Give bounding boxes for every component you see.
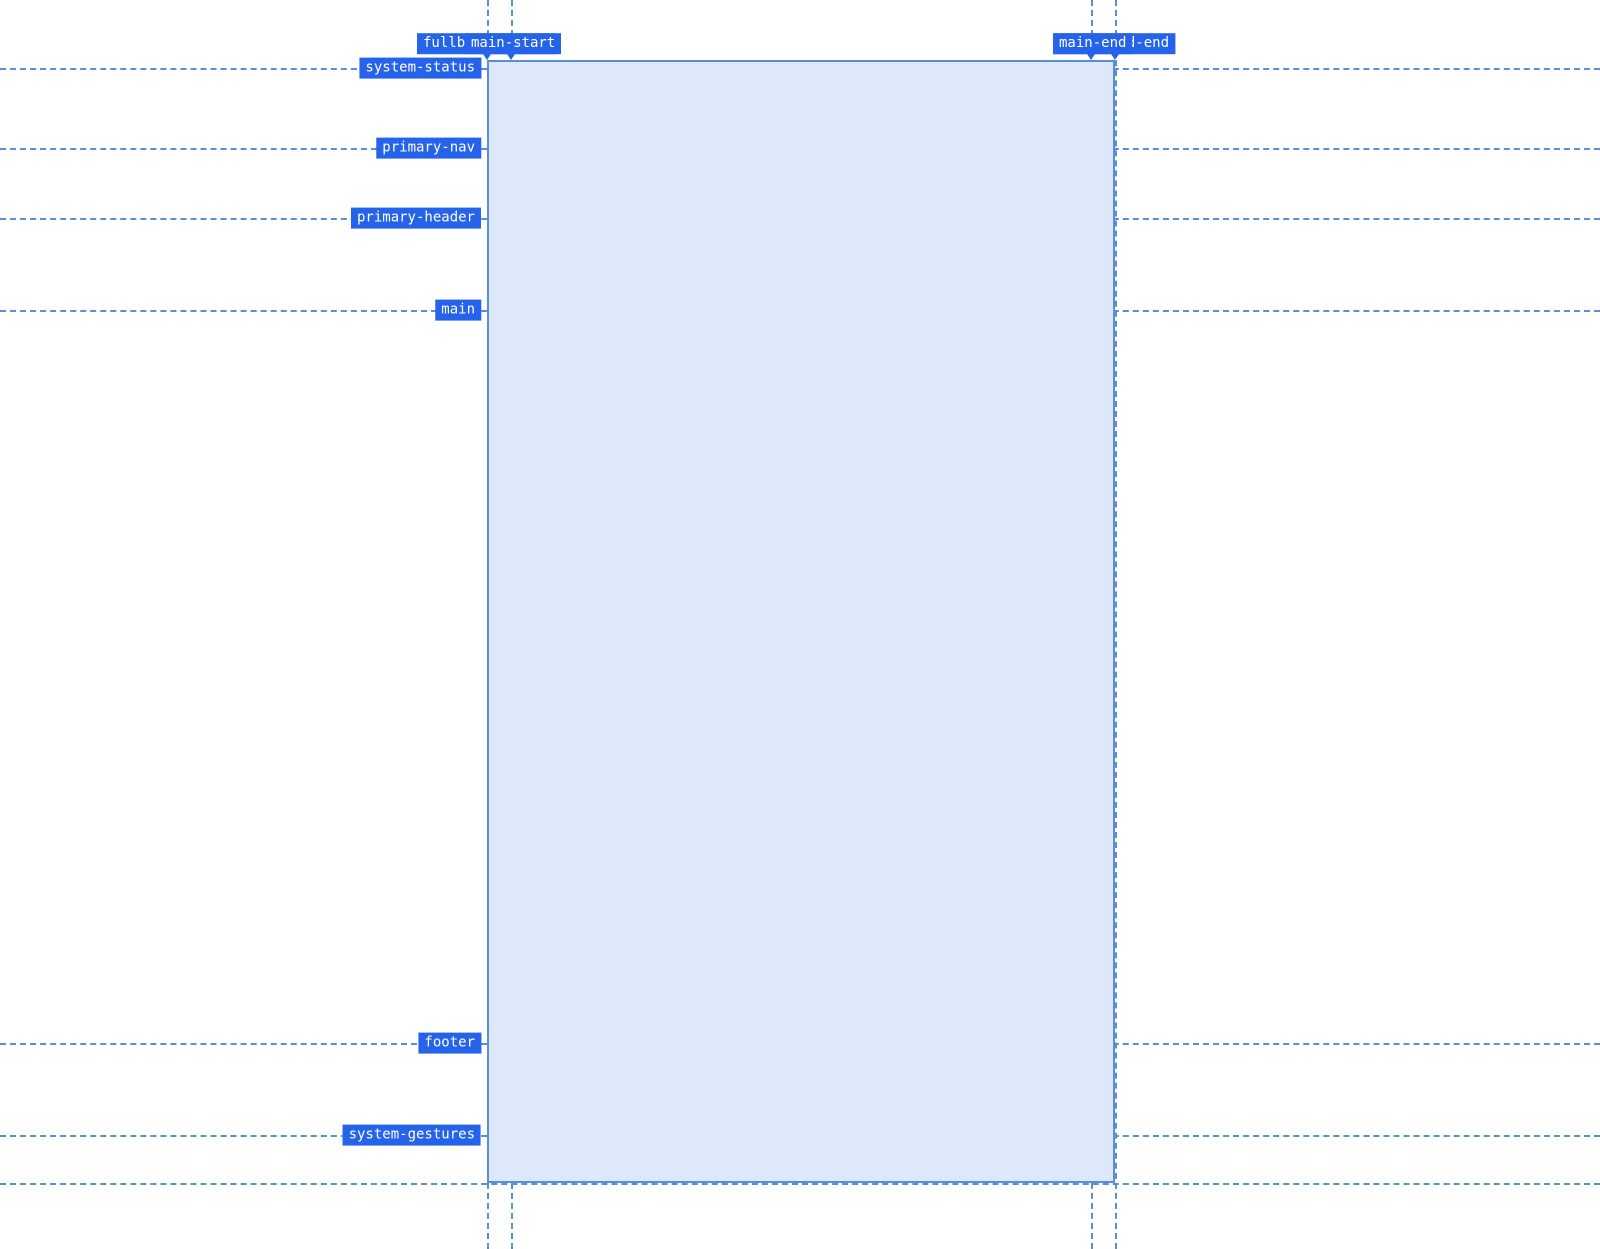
label-main: main (435, 300, 481, 321)
label-system-gestures: system-gestures (343, 1125, 481, 1146)
tick-fullbleed-end (1111, 54, 1119, 60)
label-primary-nav: primary-nav (376, 138, 481, 159)
label-primary-header: primary-header (351, 208, 481, 229)
col-fullbleed-end (1115, 0, 1117, 1249)
label-system-status: system-status (359, 58, 481, 79)
tick-main-start (507, 54, 515, 60)
layout-body-rect (487, 60, 1115, 1183)
label-footer: footer (418, 1033, 481, 1054)
label-main-start: main-start (465, 33, 561, 54)
row-bottom (0, 1183, 1600, 1185)
grid-diagram: fullbleed-start main-start main-end full… (0, 0, 1600, 1249)
tick-fullbleed-start (483, 54, 491, 60)
tick-main-end (1087, 54, 1095, 60)
label-main-end: main-end (1053, 33, 1132, 54)
